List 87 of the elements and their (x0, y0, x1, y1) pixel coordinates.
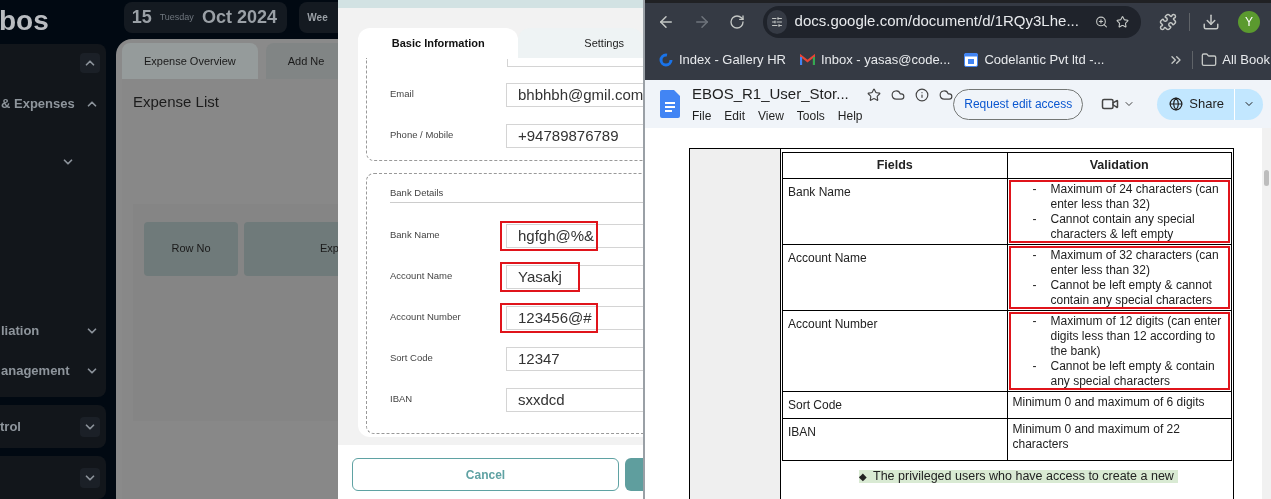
sidebar-item[interactable]: & Expenses (0, 94, 75, 114)
validation-rule: Maximum of 32 characters (can enter less than 32) (1050, 248, 1220, 278)
cloud-icon[interactable] (938, 87, 953, 102)
field-label: Bank Name (390, 228, 441, 242)
field-label: Email (390, 87, 415, 101)
url-text: docs.google.com/document/d/1RQy3Lhe... (794, 11, 1079, 32)
site-info-icon[interactable] (767, 9, 787, 34)
menu-item[interactable]: Help (837, 106, 863, 125)
menu-item[interactable]: File (692, 106, 712, 125)
text-input[interactable]: bhbhbh@gmil.com (506, 83, 643, 107)
bookmark-item[interactable]: Index - Gallery HR (659, 50, 786, 70)
page-heading: Expense List (133, 92, 220, 112)
menu-item[interactable]: Tools (796, 106, 825, 125)
bookmark-star-icon[interactable] (1115, 13, 1129, 30)
chevron-down-icon[interactable] (80, 467, 100, 488)
table-cell: Account Number (782, 310, 1007, 392)
bookmark-label: Index - Gallery HR (679, 51, 786, 70)
column-header: Fields (782, 152, 1007, 179)
field-label: Sort Code (390, 351, 434, 365)
share-button[interactable]: Share (1157, 88, 1235, 120)
validation-rule: Cannot be left empty & cannot contain any special characters (1050, 278, 1213, 308)
chevron-down-icon[interactable] (80, 416, 100, 437)
date-day: 15 (131, 4, 152, 31)
bookmark-item[interactable]: Inbox - yasas@code... (799, 50, 951, 70)
validation-rule: Maximum of 24 characters (can enter less than 32) (1050, 182, 1220, 212)
text-input[interactable]: hgfgh@%& (506, 224, 643, 248)
table-cell-text: Minimum 0 and maximum of 6 digits (1012, 395, 1206, 411)
tab[interactable]: Basic Information (358, 28, 519, 58)
bookmark-label: Codelantic Pvt ltd -... (984, 51, 1105, 70)
field-label: Phone / Mobile (390, 128, 455, 142)
calendar-icon (964, 53, 979, 67)
column-header: Exp (244, 221, 338, 276)
globe-icon (1169, 97, 1184, 111)
tab[interactable]: Settings (518, 28, 643, 58)
list-marker: - (1032, 182, 1037, 196)
validation-rule: Cannot be left empty & contain any special characters (1050, 359, 1216, 389)
date-weekday: Tuesday (159, 10, 194, 24)
column-header: Validation (1007, 152, 1232, 179)
folder-icon (1201, 52, 1218, 68)
field-label: Account Name (390, 269, 454, 283)
star-icon[interactable] (866, 87, 881, 102)
sidebar-item[interactable]: trol (0, 416, 21, 437)
list-marker: - (1032, 359, 1037, 373)
list-marker: - (1032, 278, 1037, 292)
text-input[interactable]: 123456@# (506, 306, 643, 330)
bookmark-label: Inbox - yasas@code... (820, 51, 951, 70)
menu-item[interactable]: Edit (724, 106, 746, 125)
column-header: Row No (144, 221, 238, 276)
validation-rule: Cannot contain any special characters & left empty (1050, 212, 1196, 242)
table-cell: Bank Name (782, 178, 1007, 245)
list-marker: - (1032, 314, 1037, 328)
menu-item[interactable]: View (758, 106, 784, 125)
text-input[interactable]: +94789876789 (506, 124, 643, 148)
sidebar-item[interactable]: liation (0, 321, 40, 341)
download-icon[interactable] (1202, 12, 1220, 31)
validation-rule: Maximum of 12 digits (can enter digits less than 12 according to the bank) (1050, 314, 1223, 359)
chevron-up-icon[interactable] (80, 53, 100, 73)
info-icon[interactable] (914, 87, 929, 102)
sidebar-item[interactable]: anagement (0, 360, 70, 381)
all-bookmarks-link[interactable]: All Book (1222, 50, 1270, 70)
reload-icon[interactable] (729, 13, 745, 30)
table-cell: Sort Code (782, 391, 1007, 419)
text-input[interactable]: sxxdcd (506, 388, 643, 412)
logo: bos (0, 4, 50, 38)
text-input[interactable]: 12347 (506, 347, 643, 371)
table-cell: Account Name (782, 244, 1007, 311)
section-title: Bank Details (390, 186, 445, 200)
table-cell-text: Minimum 0 and maximum of 22 characters (1012, 422, 1181, 453)
tab[interactable]: Expense Overview (122, 43, 258, 79)
bullet-icon: ◆ (859, 470, 867, 483)
list-marker: - (1032, 248, 1037, 262)
address-bar[interactable]: docs.google.com/document/d/1RQy3Lhe... (763, 5, 1141, 38)
list-marker: - (1032, 212, 1037, 226)
tab[interactable]: Add Ne (265, 43, 338, 79)
docs-logo-icon (660, 90, 680, 118)
paragraph-text: The privileged users who have access to create a new (873, 470, 1174, 483)
table-cell: IBAN (782, 418, 1007, 461)
text-input[interactable]: Yasakj (506, 265, 643, 289)
extensions-icon[interactable] (1159, 12, 1177, 31)
bookmark-item[interactable]: Codelantic Pvt ltd -... (964, 50, 1105, 70)
document-title[interactable]: EBOS_R1_User_Stor... (692, 83, 849, 106)
field-label: Account Number (390, 310, 462, 324)
week-button[interactable]: Wee (299, 2, 338, 33)
bookmark-favicon-icon (659, 53, 673, 67)
field-label: IBAN (390, 392, 414, 406)
date-month-year: Oct 2024 (201, 6, 277, 29)
mail-icon (799, 54, 815, 66)
